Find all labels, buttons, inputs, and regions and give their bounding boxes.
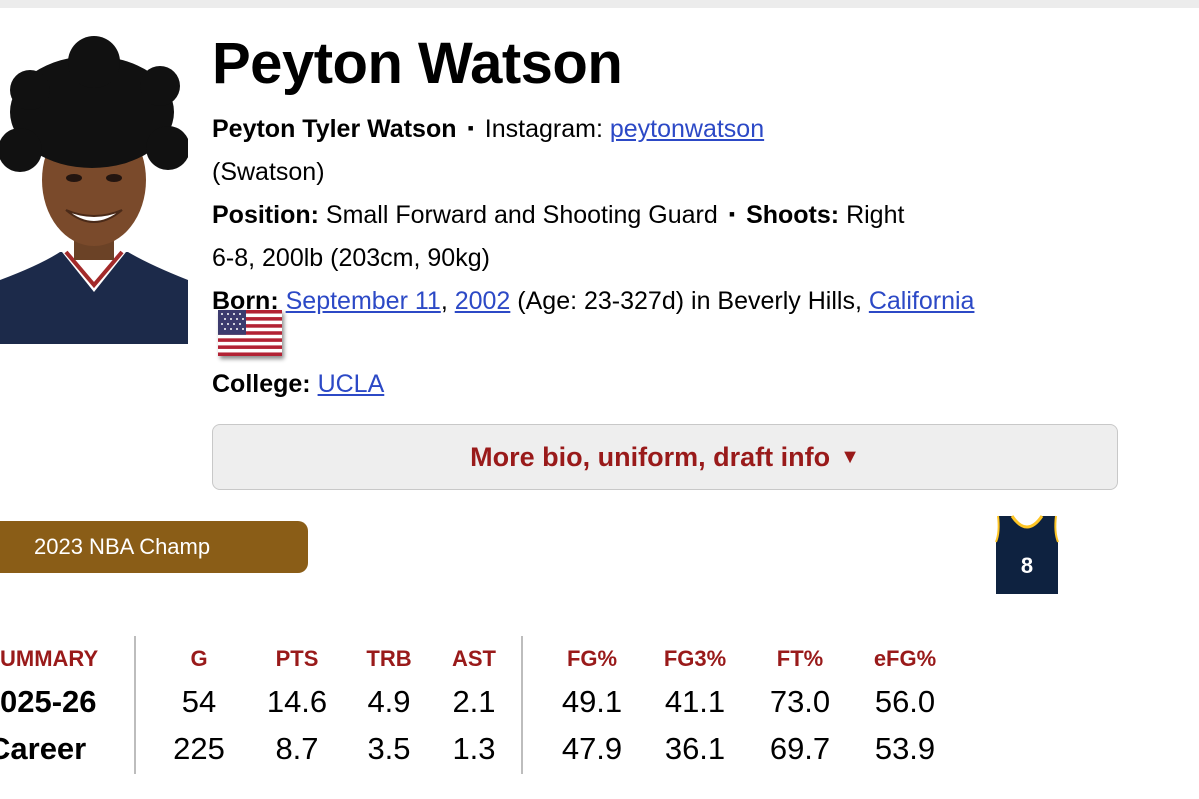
stat-cell: 3.5	[367, 731, 411, 766]
shoots-value: Right	[846, 201, 905, 229]
col-header-ft: FT%	[776, 646, 824, 671]
nickname: (Swatson)	[212, 158, 325, 186]
col-header-efg: eFG%	[873, 646, 937, 671]
separator: ▪	[467, 118, 474, 138]
stat-cell: 56.0	[874, 684, 936, 719]
instagram-link[interactable]: peytonwatson	[610, 115, 764, 143]
stat-cell: 53.9	[874, 731, 936, 766]
jersey-icon[interactable]: 8	[994, 512, 1060, 596]
instagram-label: Instagram:	[484, 115, 603, 143]
stat-cell: 47.9	[561, 731, 623, 766]
college-link[interactable]: UCLA	[318, 370, 385, 398]
stat-cell: 54	[181, 684, 217, 719]
stats-summary-table: UMMARY G PTS TRB AST FG% FG3% FT% eFG% 0…	[0, 636, 1199, 776]
award-label: 2023 NBA Champ	[34, 534, 211, 559]
stat-cell: 69.7	[769, 731, 831, 766]
divider	[521, 636, 523, 774]
top-strip	[0, 0, 1199, 8]
size-line: 6-8, 200lb (203cm, 90kg)	[212, 244, 490, 272]
separator: ▪	[728, 204, 736, 224]
position-value: Small Forward and Shooting Guard	[325, 201, 718, 229]
col-header-fg: FG%	[566, 646, 618, 671]
stat-cell: 4.9	[367, 684, 411, 719]
stat-cell: 49.1	[561, 684, 623, 719]
born-line: Born: September 11, 2002 (Age: 23-327d) …	[212, 286, 974, 316]
full-name-line: Peyton Tyler Watson ▪ Instagram: peytonw…	[212, 114, 764, 144]
summary-header: UMMARY	[0, 646, 99, 671]
more-bio-label: More bio, uniform, draft info	[470, 441, 831, 472]
row-label-season: 025-26	[0, 684, 97, 719]
position-label: Position:	[212, 201, 319, 229]
col-header-fg3: FG3%	[663, 646, 727, 671]
stat-cell: 8.7	[275, 731, 319, 766]
row-label-career: Career	[0, 731, 87, 766]
us-flag-icon[interactable]	[218, 310, 282, 356]
comma: ,	[440, 287, 448, 315]
stat-cell: 73.0	[769, 684, 831, 719]
col-header-ast: AST	[452, 646, 496, 671]
stat-cell: 36.1	[664, 731, 726, 766]
triangle-down-icon: ▼	[840, 445, 860, 468]
col-header-trb: TRB	[366, 646, 412, 671]
divider	[134, 636, 136, 774]
player-name: Peyton Watson	[212, 31, 623, 96]
stat-cell: 2.1	[452, 684, 496, 719]
col-header-g: G	[190, 646, 208, 671]
stat-cell: 225	[173, 731, 225, 766]
college-label: College:	[212, 370, 311, 398]
more-bio-button[interactable]: More bio, uniform, draft info ▼	[212, 424, 1118, 490]
full-name: Peyton Tyler Watson	[212, 115, 457, 143]
birth-year-link[interactable]: 2002	[455, 287, 511, 315]
award-badge[interactable]: 2023 NBA Champ	[0, 521, 308, 573]
birth-state-link[interactable]: California	[869, 287, 975, 315]
player-headshot	[0, 30, 188, 344]
stat-cell: 14.6	[266, 684, 328, 719]
col-header-pts: PTS	[275, 646, 319, 671]
college-line: College: UCLA	[212, 369, 384, 399]
birth-date-link[interactable]: September 11	[286, 287, 441, 315]
shoots-label: Shoots:	[746, 201, 840, 229]
stat-cell: 1.3	[452, 731, 496, 766]
age-text: (Age: 23-327d) in Beverly Hills,	[517, 287, 862, 315]
position-line: Position: Small Forward and Shooting Gua…	[212, 200, 904, 230]
jersey-number: 8	[1021, 553, 1033, 578]
stat-cell: 41.1	[664, 684, 726, 719]
